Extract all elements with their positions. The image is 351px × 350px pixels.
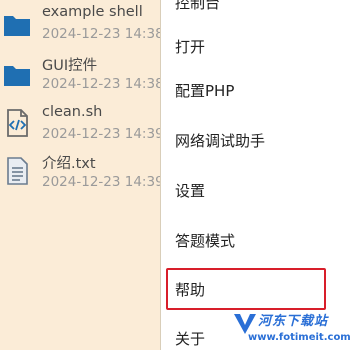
code-file-icon	[7, 109, 28, 137]
text-file-icon	[7, 157, 28, 185]
file-name: 介绍.txt	[42, 156, 96, 172]
file-date: 2024-12-23 14:38:	[42, 76, 169, 92]
file-list: example shell 2024-12-23 14:38: GUI控件 20…	[0, 0, 170, 350]
file-item-gui-controls[interactable]: GUI控件 2024-12-23 14:38:	[0, 54, 170, 102]
file-name: GUI控件	[42, 58, 98, 74]
watermark-url: www.fotimeit.com	[248, 332, 351, 343]
menu-item-quiz-mode[interactable]: 答题模式	[161, 214, 351, 266]
file-date: 2024-12-23 14:39:	[42, 174, 169, 190]
file-date: 2024-12-23 14:39:	[42, 126, 169, 142]
file-item-intro-txt[interactable]: 介绍.txt 2024-12-23 14:39:	[0, 152, 170, 200]
file-name: example shell	[42, 4, 143, 20]
file-name: clean.sh	[42, 104, 103, 120]
file-item-clean-sh[interactable]: clean.sh 2024-12-23 14:39:	[0, 104, 170, 152]
watermark: 河东下载站 www.fotimeit.com	[228, 306, 351, 350]
menu-item-network-debug[interactable]: 网络调试助手	[161, 114, 351, 166]
folder-icon	[4, 66, 30, 86]
watermark-text: 河东下载站	[258, 314, 329, 329]
file-date: 2024-12-23 14:38:	[42, 26, 169, 42]
help-highlight-frame	[166, 268, 326, 310]
menu-item-configure-php[interactable]: 配置PHP	[161, 64, 351, 116]
menu-item-settings[interactable]: 设置	[161, 164, 351, 216]
file-item-example-shell[interactable]: example shell 2024-12-23 14:38:	[0, 4, 170, 52]
folder-icon	[4, 16, 30, 36]
